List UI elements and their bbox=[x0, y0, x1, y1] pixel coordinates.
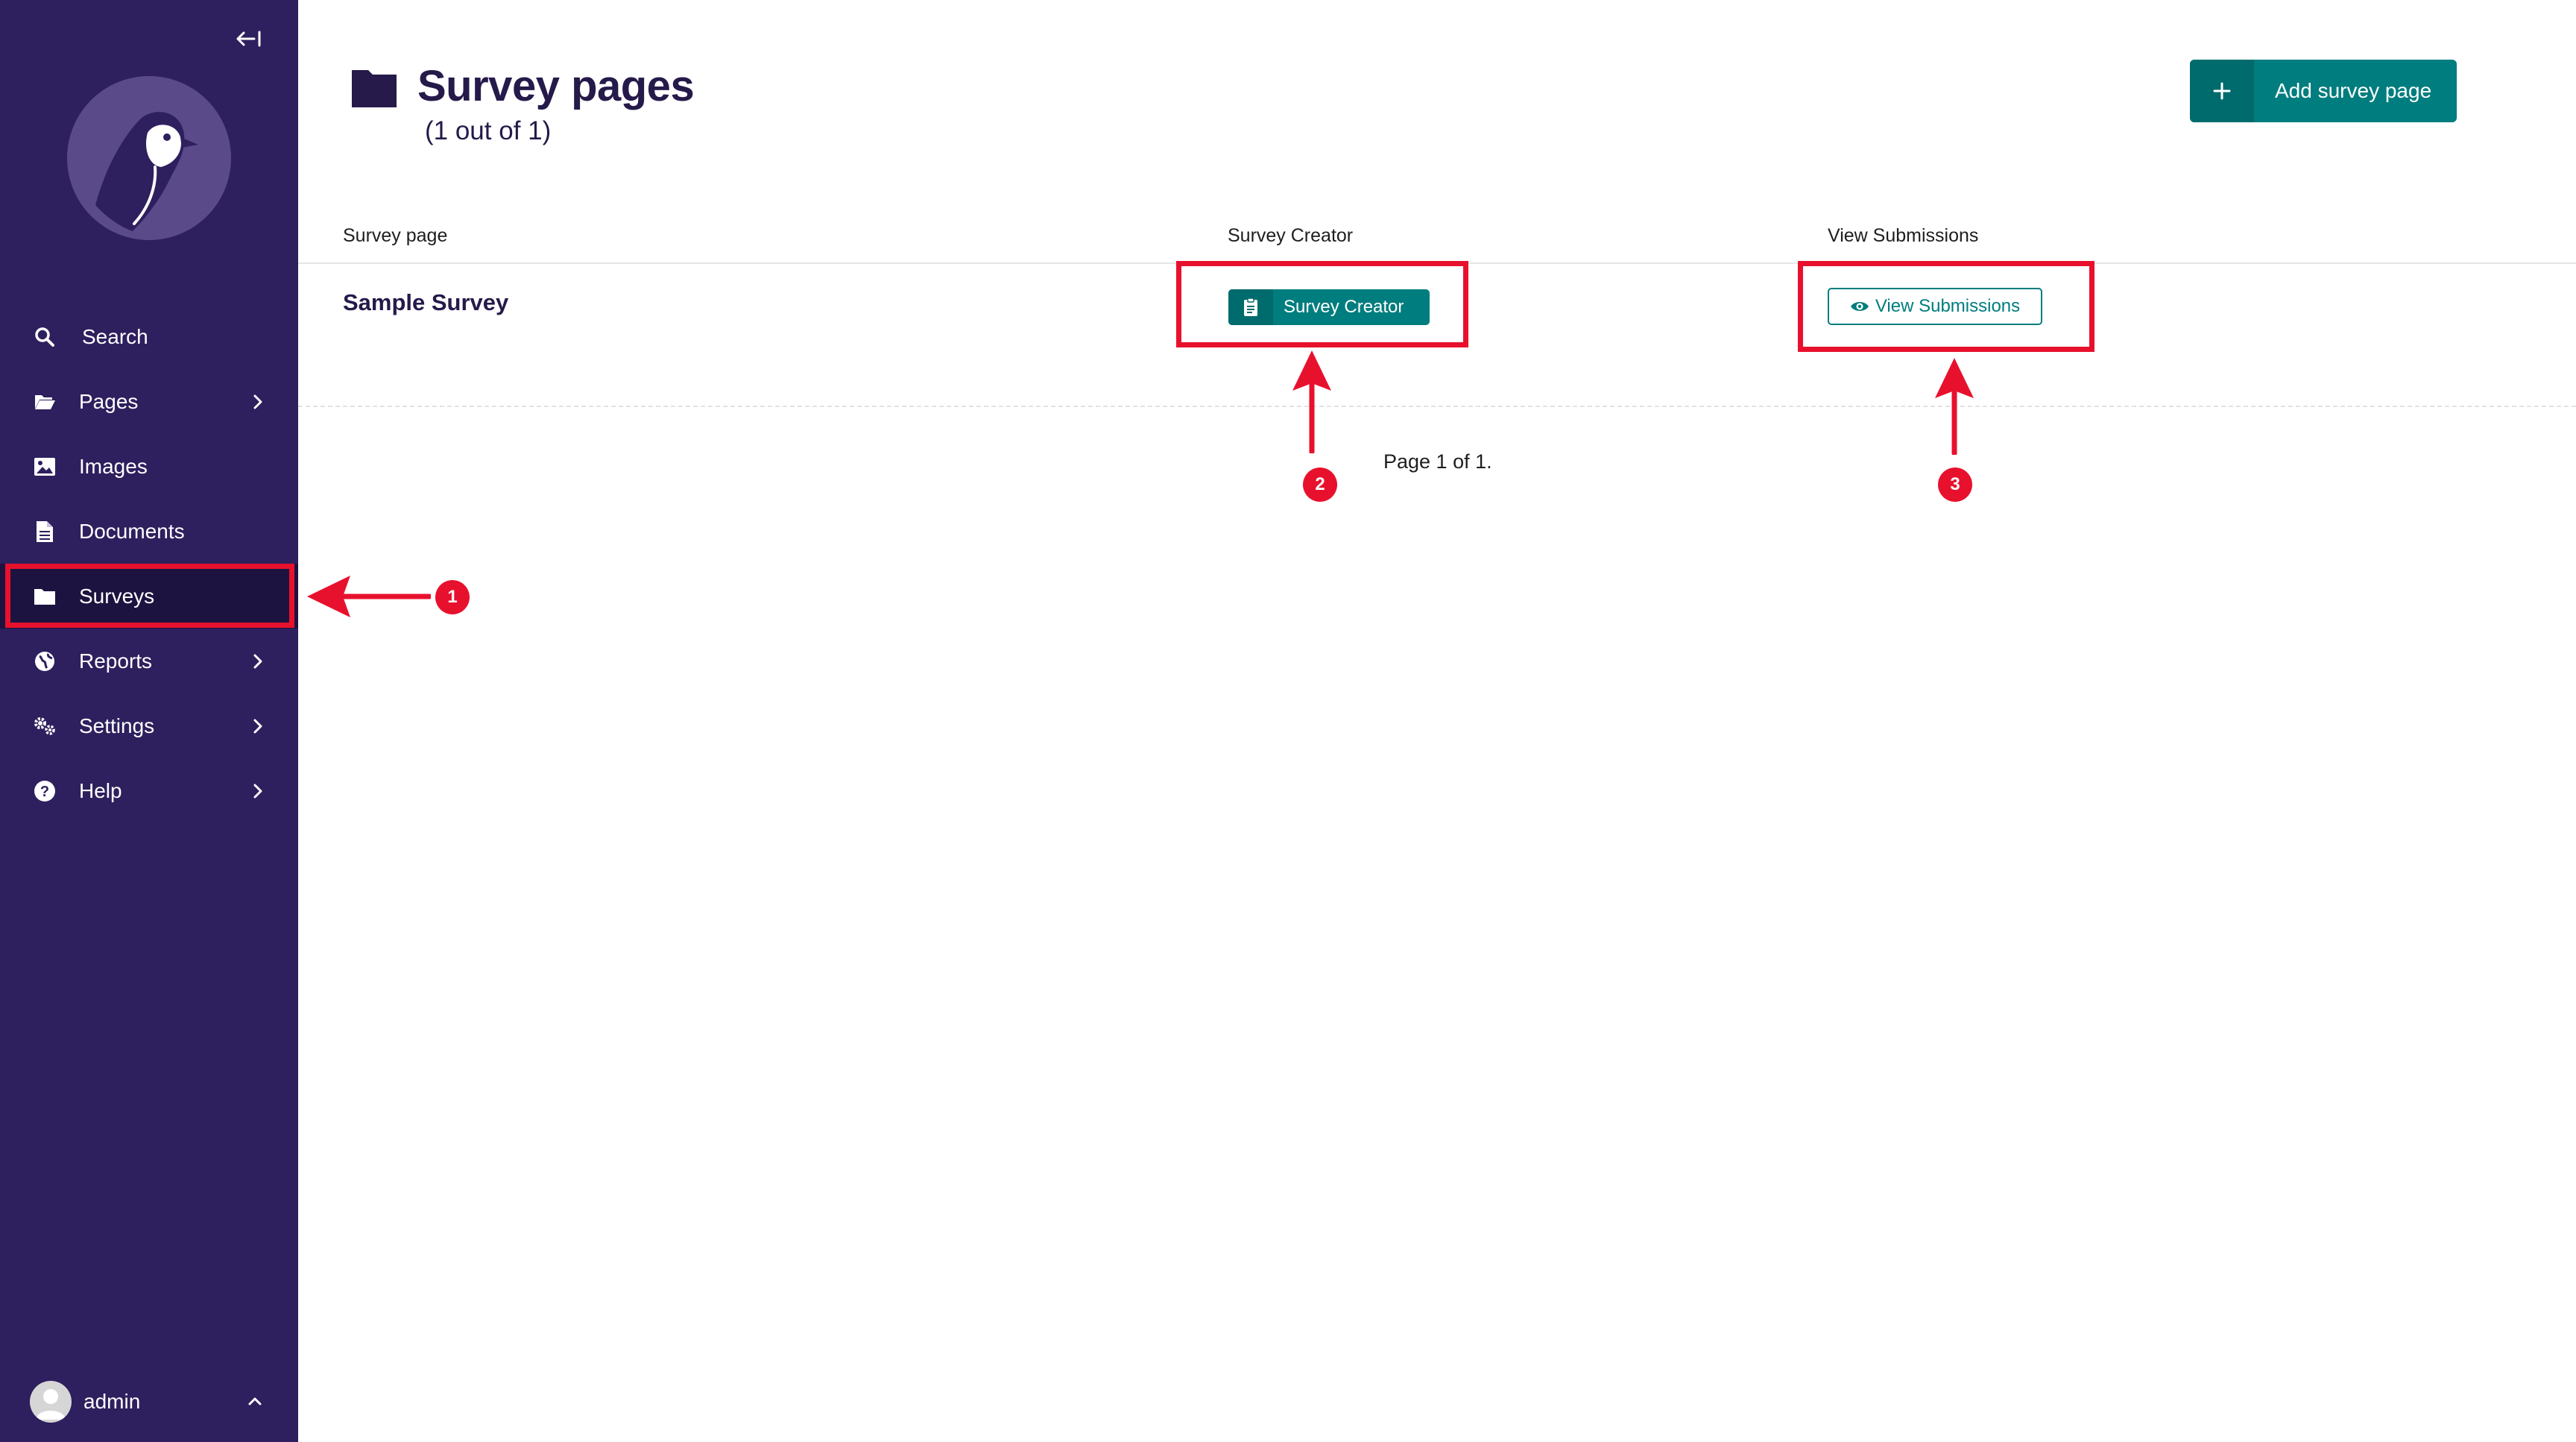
sidebar-item-label: Reports bbox=[79, 649, 153, 673]
chevron-up-icon bbox=[248, 1397, 262, 1405]
column-header-survey-creator: Survey Creator bbox=[1228, 225, 1354, 246]
cogs-icon bbox=[33, 714, 57, 738]
sidebar-item-label: Help bbox=[79, 778, 122, 802]
search-icon bbox=[33, 325, 57, 349]
sidebar-item-documents[interactable]: Documents bbox=[0, 499, 298, 564]
folder-open-icon bbox=[33, 390, 57, 414]
column-header-survey-page[interactable]: Survey page bbox=[343, 225, 447, 247]
wagtail-bird-logo[interactable] bbox=[66, 75, 233, 242]
sidebar-item-reports[interactable]: Reports bbox=[0, 629, 298, 693]
sidebar-item-images[interactable]: Images bbox=[0, 434, 298, 499]
annotation-box-view-submissions bbox=[1798, 261, 2094, 352]
sidebar-item-label: Pages bbox=[79, 389, 139, 413]
folder-icon bbox=[352, 70, 397, 107]
image-icon bbox=[33, 455, 57, 479]
table-row-divider bbox=[298, 406, 2576, 407]
account-menu-toggle[interactable]: admin bbox=[0, 1372, 298, 1432]
sidebar-item-pages[interactable]: Pages bbox=[0, 369, 298, 434]
sidebar-item-label: Settings bbox=[79, 714, 155, 737]
chevron-right-icon bbox=[253, 784, 262, 798]
plus-icon bbox=[2190, 60, 2254, 122]
sidebar: Search Pages Images Documents Surveys Re… bbox=[0, 0, 298, 1442]
sidebar-item-label: Search bbox=[82, 324, 148, 348]
annotation-arrow-up bbox=[1935, 358, 1974, 455]
annotation-box-survey-creator bbox=[1176, 261, 1468, 347]
annotation-arrow-left bbox=[307, 576, 431, 617]
survey-title-link[interactable]: Sample Survey bbox=[343, 289, 508, 316]
sidebar-item-settings[interactable]: Settings bbox=[0, 693, 298, 758]
add-survey-page-label: Add survey page bbox=[2275, 79, 2432, 102]
sidebar-item-label: Images bbox=[79, 454, 148, 478]
user-name: admin bbox=[83, 1390, 141, 1413]
annotation-badge-2: 2 bbox=[1303, 467, 1337, 502]
add-survey-page-button[interactable]: Add survey page bbox=[2190, 60, 2457, 122]
globe-icon bbox=[33, 649, 57, 673]
chevron-right-icon bbox=[253, 394, 262, 409]
annotation-arrow-up bbox=[1292, 350, 1331, 453]
sidebar-item-label: Documents bbox=[79, 519, 185, 543]
annotation-box-surveys bbox=[5, 564, 294, 628]
avatar-icon bbox=[30, 1381, 72, 1423]
page-subtitle: (1 out of 1) bbox=[425, 116, 552, 145]
annotation-badge-1: 1 bbox=[435, 580, 470, 614]
help-icon: ? bbox=[33, 779, 57, 803]
collapse-sidebar-button[interactable] bbox=[233, 22, 265, 55]
sidebar-item-search[interactable]: Search bbox=[0, 304, 298, 369]
document-icon bbox=[33, 520, 57, 544]
chevron-right-icon bbox=[253, 719, 262, 733]
chevron-right-icon bbox=[253, 654, 262, 668]
page-title: Survey pages bbox=[417, 62, 695, 110]
svg-text:?: ? bbox=[40, 784, 49, 800]
sidebar-item-help[interactable]: ? Help bbox=[0, 758, 298, 823]
column-header-view-submissions: View Submissions bbox=[1828, 225, 1979, 246]
pagination-text: Page 1 of 1. bbox=[1383, 450, 1492, 473]
annotation-badge-3: 3 bbox=[1938, 467, 1972, 502]
collapse-left-icon bbox=[236, 31, 261, 47]
